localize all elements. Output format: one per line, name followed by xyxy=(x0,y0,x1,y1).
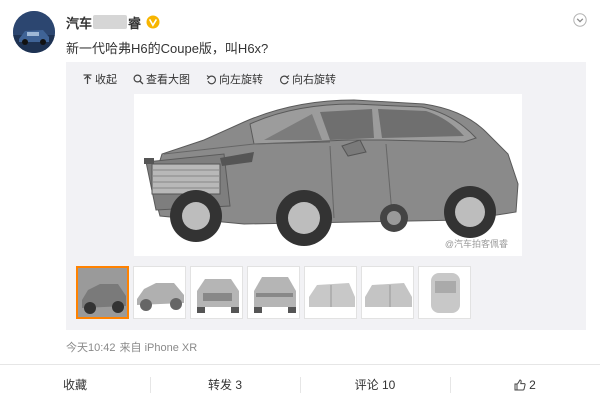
thumbs-up-icon xyxy=(514,378,526,390)
like-button[interactable]: 2 xyxy=(450,365,600,404)
rotate-left-icon xyxy=(206,74,217,84)
car-front-three-quarter-drawing xyxy=(134,94,522,256)
thumbnail-2[interactable] xyxy=(133,266,186,319)
image-watermark: @汽车拍客佩睿 xyxy=(444,239,508,249)
favorite-label: 收藏 xyxy=(62,378,87,392)
rotate-left-label: 向左旋转 xyxy=(219,74,263,86)
comment-label: 评论 10 xyxy=(354,378,396,392)
rotate-right-label: 向右旋转 xyxy=(292,74,336,86)
weibo-post-card: 汽车 睿 新一代哈弗H6的Coupe版，叫H6x? 收起 查看大图 向左旋转 向… xyxy=(0,0,600,404)
thumbnail-7[interactable] xyxy=(418,266,471,319)
collapse-button[interactable]: 收起 xyxy=(82,71,117,87)
author-name-redacted xyxy=(93,15,128,29)
author-name[interactable]: 汽车 睿 xyxy=(66,13,160,31)
collapse-icon xyxy=(83,73,92,84)
post-meta: 今天10:42 来自 iPhone XR xyxy=(66,339,197,355)
rotate-right-button[interactable]: 向右旋转 xyxy=(279,71,336,87)
author-name-prefix: 汽车 xyxy=(66,15,93,31)
media-toolbar: 收起 查看大图 向左旋转 向右旋转 xyxy=(82,70,336,88)
author-name-suffix: 睿 xyxy=(128,15,142,31)
post-text: 新一代哈弗H6的Coupe版，叫H6x? xyxy=(66,41,269,56)
verified-v-icon xyxy=(146,15,160,29)
rotate-right-icon xyxy=(279,74,290,84)
rotate-left-button[interactable]: 向左旋转 xyxy=(206,71,263,87)
thumbnail-1[interactable] xyxy=(76,266,129,319)
zoom-icon xyxy=(133,73,144,84)
main-car-image[interactable]: @汽车拍客佩睿 xyxy=(134,94,522,256)
repost-button[interactable]: 转发 3 xyxy=(150,365,300,404)
thumbnail-3[interactable] xyxy=(190,266,243,319)
media-viewer: 收起 查看大图 向左旋转 向右旋转 @汽车拍客佩睿 xyxy=(66,62,586,330)
repost-label: 转发 3 xyxy=(207,378,242,392)
action-bar: 收藏 转发 3 评论 10 2 xyxy=(0,364,600,404)
thumbnail-5[interactable] xyxy=(304,266,357,319)
thumbnail-6[interactable] xyxy=(361,266,414,319)
collapse-label: 收起 xyxy=(95,74,117,86)
like-count: 2 xyxy=(529,377,536,392)
view-large-button[interactable]: 查看大图 xyxy=(133,71,190,87)
comment-button[interactable]: 评论 10 xyxy=(300,365,450,404)
thumbnail-4[interactable] xyxy=(247,266,300,319)
post-time[interactable]: 今天10:42 xyxy=(66,339,116,355)
chevron-down-icon[interactable] xyxy=(573,13,587,27)
favorite-button[interactable]: 收藏 xyxy=(0,365,150,404)
thumbnail-strip xyxy=(76,266,471,319)
post-source: 来自 iPhone XR xyxy=(119,342,198,354)
avatar[interactable] xyxy=(13,11,55,53)
view-large-label: 查看大图 xyxy=(146,74,190,86)
